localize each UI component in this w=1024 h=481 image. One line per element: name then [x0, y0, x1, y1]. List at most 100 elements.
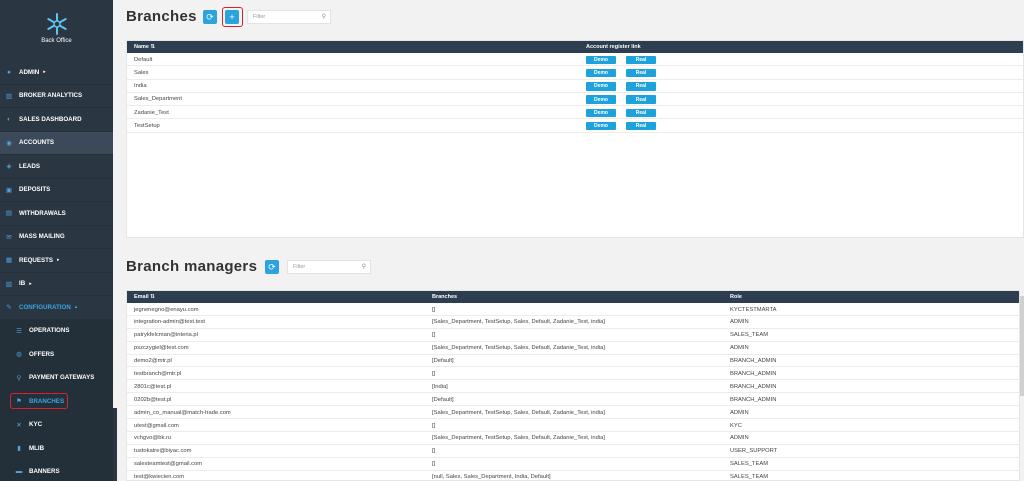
- manager-role: BRANCH_ADMIN: [730, 358, 777, 365]
- list-icon: ☰: [16, 327, 22, 335]
- branch-name: Sales_Department: [134, 96, 183, 103]
- demo-link-button[interactable]: Demo: [586, 121, 616, 131]
- manager-role: BRANCH_ADMIN: [730, 396, 777, 403]
- sidebar-item-deposits[interactable]: ▣ DEPOSITS: [0, 179, 113, 202]
- sidebar: Back Office ● ADMIN ▸ ▥ BROKER ANALYTICS ◐ S…: [0, 0, 113, 481]
- sidebar-item-payment-gateways[interactable]: ⚲ PAYMENT GATEWAYS: [0, 366, 113, 390]
- chevron-right-icon: ▸: [43, 69, 46, 76]
- table-row: utest@gmail.com [] KYC: [127, 419, 1019, 432]
- column-header-register-link: Account register link: [586, 44, 641, 50]
- demo-link-button[interactable]: Demo: [586, 108, 616, 118]
- managers-filter-input[interactable]: Filter ⚲: [287, 260, 371, 274]
- column-header-email[interactable]: Email ⇅: [134, 294, 155, 300]
- manager-email: 2801c@test.pl: [134, 383, 172, 390]
- sidebar-item-label: REQUESTS: [19, 256, 54, 264]
- banner-icon: ▬: [15, 468, 23, 476]
- manager-role: ADMIN: [730, 319, 749, 326]
- table-row: admin_co_manual@match-trade.com [Sales_De…: [127, 406, 1019, 420]
- sidebar-item-mass-mailing[interactable]: ✉ MASS MAILING: [0, 226, 113, 249]
- real-link-button[interactable]: Real: [626, 55, 656, 64]
- manager-role: BRANCH_ADMIN: [730, 370, 777, 377]
- manager-email: integration-admin@test.test: [134, 319, 205, 326]
- branch-name: TestSetup: [134, 122, 160, 129]
- branches-filter-input[interactable]: Filter ⚲: [247, 10, 331, 24]
- manager-role: ADMIN: [730, 409, 749, 416]
- manager-branches: []: [432, 306, 436, 313]
- manager-email: jegnenegno@enayu.com: [134, 306, 199, 313]
- sidebar-item-mlib[interactable]: ▮ MLIB: [0, 437, 113, 461]
- sidebar-item-label: DEPOSITS: [19, 186, 51, 194]
- sidebar-item-label: KYC: [29, 421, 43, 429]
- manager-branches: [Default]: [432, 358, 454, 365]
- sidebar-nav: ● ADMIN ▸ ▥ BROKER ANALYTICS ◐ SALES DASHBOA…: [0, 61, 113, 481]
- chevron-right-icon: ▸: [57, 257, 60, 264]
- manager-role: USER_SUPPORT: [730, 448, 778, 455]
- sidebar-item-label: OFFERS: [29, 350, 55, 358]
- manager-role: SALES_TEAM: [730, 332, 769, 339]
- sidebar-item-label: BRANCHES: [29, 398, 65, 406]
- offers-icon: ◍: [16, 351, 22, 359]
- manager-branches: []: [432, 370, 436, 377]
- demo-link-button[interactable]: Demo: [586, 68, 616, 78]
- branch-managers-title: Branch managers: [126, 258, 258, 275]
- sidebar-item-broker-analytics[interactable]: ▥ BROKER ANALYTICS: [0, 85, 113, 108]
- demo-link-button[interactable]: Demo: [586, 55, 616, 64]
- manager-branches: [India]: [432, 383, 448, 390]
- table-row: Sales_Department Demo Real: [127, 93, 1023, 107]
- real-link-button[interactable]: Real: [626, 108, 656, 118]
- sidebar-item-kyc[interactable]: ✕ KYC: [0, 413, 113, 437]
- branch-icon: ⚑: [16, 398, 22, 406]
- manager-role: SALES_TEAM: [730, 461, 769, 468]
- sidebar-item-requests[interactable]: ▦ REQUESTS ▸: [0, 249, 113, 273]
- column-header-name[interactable]: Name ⇅: [134, 44, 155, 50]
- sidebar-item-operations[interactable]: ☰ OPERATIONS: [0, 319, 113, 343]
- branches-table-body: Default Demo Real Sales Demo Real India Demo Rea…: [127, 53, 1023, 133]
- sidebar-item-offers[interactable]: ◍ OFFERS: [0, 343, 113, 367]
- sidebar-item-admin[interactable]: ● ADMIN ▸: [0, 61, 113, 85]
- kyc-icon: ✕: [16, 421, 22, 429]
- filter-placeholder: Filter: [293, 264, 306, 270]
- table-row: TestSetup Demo Real: [127, 119, 1023, 133]
- search-icon: ⚲: [321, 14, 326, 20]
- chevron-right-icon: ▸: [29, 280, 32, 287]
- branches-panel: Name ⇅ Account register link Default Demo…: [126, 40, 1024, 238]
- demo-link-button[interactable]: Demo: [586, 95, 616, 104]
- real-link-button[interactable]: Real: [626, 82, 656, 91]
- branches-refresh-button[interactable]: ⟳: [203, 10, 217, 24]
- sidebar-item-label: MASS MAILING: [19, 233, 65, 241]
- manager-email: patrykfelcman@interia.pl: [134, 332, 198, 339]
- sidebar-item-ib[interactable]: ▧ IB ▸: [0, 273, 113, 296]
- leads-icon: ◈: [6, 163, 12, 171]
- sidebar-item-label: SALES DASHBOARD: [19, 115, 82, 123]
- real-link-button[interactable]: Real: [626, 68, 656, 78]
- manager-role: KYCTESTMARTA: [730, 306, 777, 313]
- logo[interactable]: Back Office: [0, 0, 113, 57]
- plus-icon: +: [229, 12, 235, 22]
- managers-refresh-button[interactable]: ⟳: [265, 260, 279, 274]
- branch-name: Default: [134, 56, 153, 63]
- manager-branches: [null, Sales, Sales_Department, India, D…: [432, 474, 551, 481]
- sidebar-item-banners[interactable]: ▬ BANNERS: [0, 460, 113, 481]
- manager-branches: []: [432, 332, 436, 339]
- page-scrollbar[interactable]: [1020, 296, 1024, 396]
- table-row: India Demo Real: [127, 80, 1023, 93]
- sidebar-item-configuration[interactable]: ✎ CONFIGURATION ▴: [0, 296, 113, 320]
- real-link-button[interactable]: Real: [626, 95, 656, 104]
- mail-icon: ✉: [6, 233, 12, 241]
- sidebar-item-accounts[interactable]: ◉ ACCOUNTS: [0, 131, 113, 155]
- table-row: Default Demo Real: [127, 53, 1023, 67]
- filter-placeholder: Filter: [253, 14, 266, 20]
- ib-icon: ▧: [5, 280, 13, 288]
- table-row: tustokatre@biyac.com [] USER_SUPPORT: [127, 445, 1019, 458]
- sidebar-item-label: CONFIGURATION: [19, 303, 71, 311]
- add-branch-button[interactable]: +: [225, 10, 239, 24]
- sidebar-item-leads[interactable]: ◈ LEADS: [0, 155, 113, 179]
- sidebar-item-sales-dashboard[interactable]: ◐ SALES DASHBOARD: [0, 108, 113, 132]
- real-link-button[interactable]: Real: [626, 121, 656, 131]
- sidebar-item-withdrawals[interactable]: ▤ WITHDRAWALS: [0, 202, 113, 226]
- requests-icon: ▦: [5, 257, 13, 265]
- manager-role: ADMIN: [730, 435, 749, 442]
- sidebar-item-branches[interactable]: ⚑ BRANCHES: [0, 390, 113, 414]
- demo-link-button[interactable]: Demo: [586, 82, 616, 91]
- manager-email: utest@gmail.com: [134, 422, 179, 429]
